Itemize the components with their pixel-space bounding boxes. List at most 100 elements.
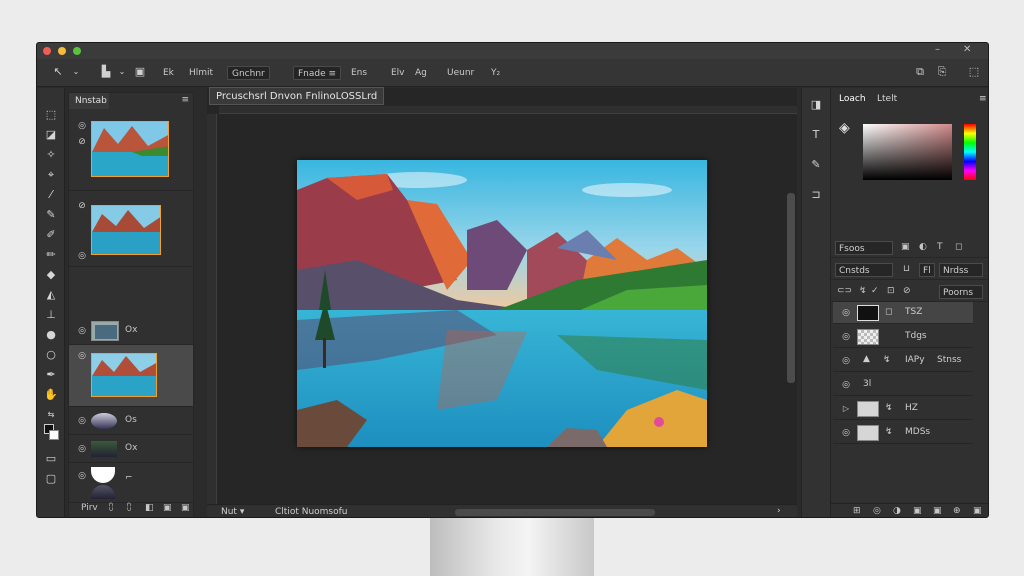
document-icon[interactable]: ▙ [99,65,113,79]
layer-item[interactable]: ◎ Tdgs [833,326,973,348]
option-item[interactable]: Ag [415,66,427,80]
filter-shape-icon[interactable]: ◻ [955,242,962,252]
layer-item[interactable]: ◎ ◻ TSZ [833,302,973,324]
option-item[interactable]: Elv [391,66,405,80]
type-icon[interactable]: T [809,128,823,142]
adjustment-icon[interactable]: ▣ [913,506,922,516]
export-icon[interactable]: ⎘ [935,65,949,79]
option-item[interactable]: Y₂ [491,66,500,80]
artboard-icon[interactable]: ⊡ [887,286,895,296]
eye-icon[interactable]: ◎ [77,326,87,336]
eyedropper-icon[interactable]: ⁄ [44,188,58,202]
layer-row[interactable]: ◎ ⊘ [69,191,193,267]
minimize-icon[interactable]: – [935,44,940,55]
opacity-field[interactable]: Nrdss [939,263,983,277]
lock-all-icon[interactable]: ⊘ [903,286,911,296]
layer-row[interactable]: ◎ ⊘ [69,115,193,191]
expand-arrow-icon[interactable]: ▷ [841,404,851,414]
tab-swatches[interactable]: Ltelt [877,94,897,104]
link-layers-icon[interactable]: ⊞ [853,506,861,516]
new-layer-icon[interactable]: ⊕ [953,506,961,516]
option-dropdown[interactable]: Gnchnr [227,66,270,80]
color-picker-field[interactable] [863,124,952,180]
quick-mask-icon[interactable]: ▭ [44,452,58,466]
layer-row[interactable]: ◎ ⌐ [69,463,193,503]
panel-tab[interactable]: Nnstab [69,93,109,109]
zoom-tool-icon[interactable]: ○ [44,348,58,362]
color-swatch-icon[interactable]: ◈ [839,120,850,136]
pen-tool-icon[interactable]: ✒ [44,368,58,382]
mask-icon[interactable]: ◑ [893,506,901,516]
link-layers-icon[interactable]: ⩇ [109,503,113,513]
horizontal-scrollbar[interactable] [455,509,655,516]
maximize-window-button[interactable] [73,47,81,55]
hand-tool-icon[interactable]: ✋ [44,388,58,402]
workspace-icon[interactable]: ⬚ [967,65,981,79]
history-brush-icon[interactable]: ✏ [44,248,58,262]
layer-row[interactable]: ◎ Ox [69,317,193,345]
close-icon[interactable]: ✕ [963,44,971,55]
eye-icon[interactable]: ◎ [841,428,851,438]
vertical-scrollbar[interactable] [787,193,795,383]
option-item[interactable]: Hlmit [189,66,213,80]
brush-settings-icon[interactable]: ✎ [809,158,823,172]
stamp-tool-icon[interactable]: ✐ [44,228,58,242]
option-item[interactable]: Ens [351,66,367,80]
fill-field[interactable]: Poorns [939,285,983,299]
lasso-tool-icon[interactable]: ◪ [44,128,58,142]
option-item[interactable]: Ueunr [447,66,474,80]
eye-icon[interactable]: ◎ [841,380,851,390]
brush-tool-icon[interactable]: ✎ [44,208,58,222]
tab-color[interactable]: Loach [839,94,866,104]
history-icon[interactable]: ◨ [809,98,823,112]
eye-icon[interactable]: ◎ [77,471,87,481]
layer-row-selected[interactable]: ◎ [69,345,193,407]
close-window-button[interactable] [43,47,51,55]
hue-slider[interactable] [964,124,976,180]
eye-icon[interactable]: ◎ [77,444,87,454]
zoom-level[interactable]: Nut ▾ [221,507,244,517]
fx-icon[interactable]: ◎ [873,506,881,516]
eye-icon[interactable]: ◎ [77,351,87,361]
layer-item[interactable]: ◎ ▲ ↯ IAPy Stnss [833,350,973,372]
fx-icon[interactable]: ⩇ [127,503,131,513]
lock-icon[interactable]: ⊔ [903,264,910,274]
marquee-tool-icon[interactable]: ⬚ [44,108,58,122]
document-tab[interactable]: Prcuschsrl Dnvon FnlinoLOSSLrd [209,87,385,105]
panel-menu-icon[interactable]: ≡ [979,94,987,104]
eraser-icon[interactable]: ◆ [44,268,58,282]
layer-item[interactable]: ◎ ↯ MDSs [833,422,973,444]
layer-item[interactable]: ▷ ↯ HZ [833,398,973,420]
filter-adjust-icon[interactable]: ◐ [919,242,927,252]
fill-label[interactable]: Fl [919,263,935,277]
option-item[interactable]: Ek [163,66,174,80]
group-icon[interactable]: ▣ [933,506,942,516]
layer-item[interactable]: ◎ 3l [833,374,973,396]
link-icon[interactable]: ⊂⊃ [837,286,852,296]
filter-pixel-icon[interactable]: ▣ [901,242,910,252]
crop-tool-icon[interactable]: ⌖ [44,168,58,182]
chevron-down-icon[interactable]: ⌄ [69,65,83,79]
layer-row[interactable]: ◎ Os [69,407,193,435]
chevron-down-icon[interactable]: ⌄ [115,65,129,79]
gradient-tool-icon[interactable]: ◭ [44,288,58,302]
new-layer-icon[interactable]: ▣ [163,503,172,513]
transform-icon[interactable]: ▣ [133,65,147,79]
background-color[interactable] [49,430,59,440]
screen-mode-icon[interactable]: ⧉ [913,65,927,79]
properties-icon[interactable]: ⊐ [809,188,823,202]
blend-mode-dropdown[interactable]: Cnstds [835,263,893,277]
eye-icon[interactable]: ◎ [841,332,851,342]
eye-icon[interactable]: ◎ [77,251,87,261]
link-icon[interactable]: ⊘ [77,137,87,147]
eye-icon[interactable]: ◎ [841,356,851,366]
swap-colors-icon[interactable]: ⇆ [44,408,58,422]
trash-icon[interactable]: ▣ [973,506,982,516]
check-icon[interactable]: ✓ [871,286,879,296]
option-dropdown[interactable]: Fnade ≡ [293,66,342,80]
trash-icon[interactable]: ▣ [181,503,190,513]
eye-icon[interactable]: ◎ [77,416,87,426]
link-icon[interactable]: ⊘ [77,201,87,211]
layer-row[interactable]: ◎ Ox [69,435,193,463]
dodge-tool-icon[interactable]: ● [44,328,58,342]
